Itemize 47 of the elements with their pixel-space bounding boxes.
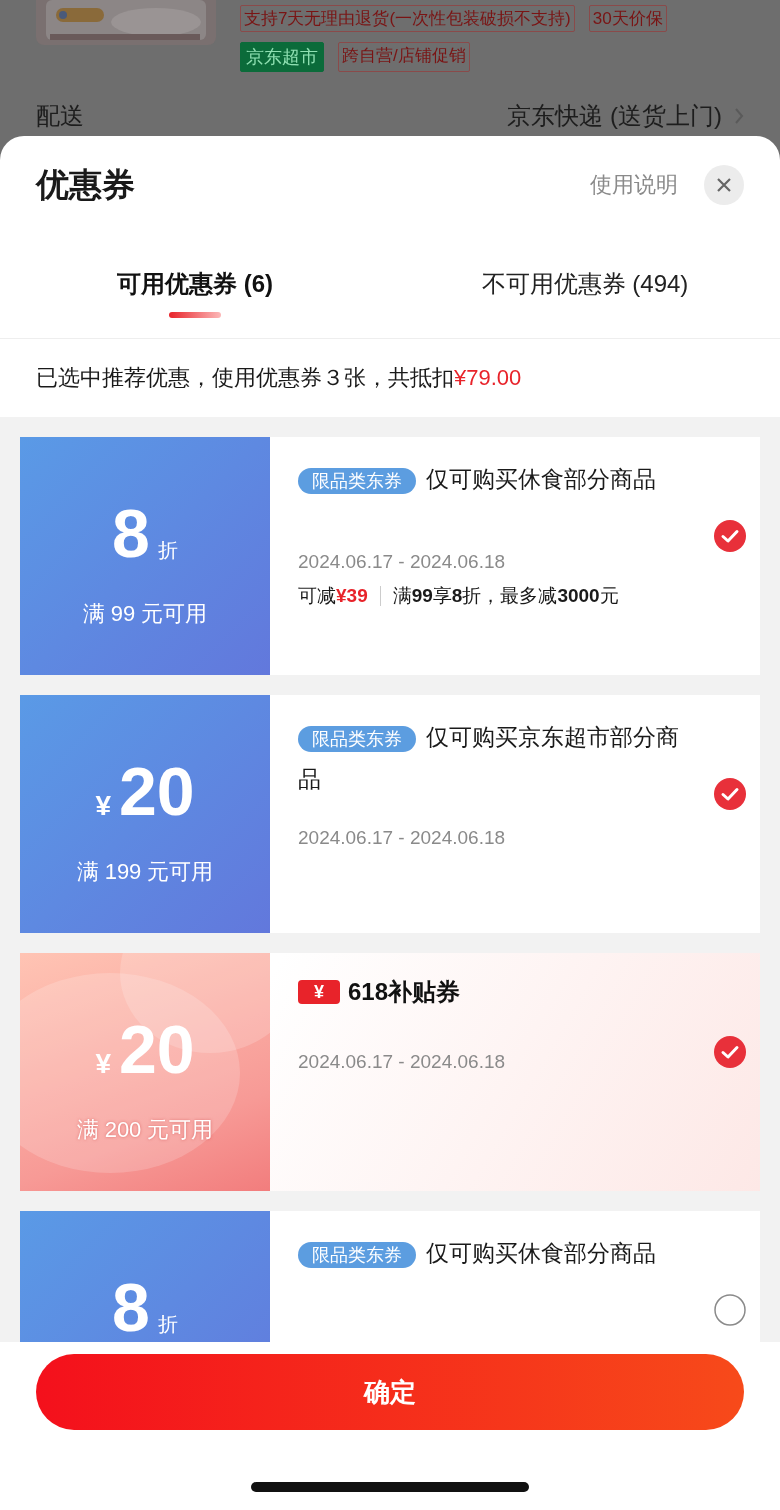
discount-unit: 折 bbox=[157, 538, 178, 563]
radio-button[interactable] bbox=[714, 1294, 746, 1326]
discount-rule: 满99享8折，最多减3000元 bbox=[392, 584, 619, 608]
currency-symbol: ¥ bbox=[95, 1048, 111, 1080]
validity-dates: 2024.06.17 - 2024.06.18 bbox=[298, 827, 506, 849]
currency-symbol: ¥ bbox=[95, 790, 111, 822]
coupon-card[interactable]: ¥20 满 200 元可用 ¥ 618补贴券 2024.06.17 - 2024.06.18 bbox=[20, 953, 760, 1191]
coupon-card[interactable]: 8 折 满 99 元可用 限品类东券 仅可购买休食部分商品 2024.06.17 - 2024.06.18 可减¥39 满99享8折，最多减3000元 bbox=[20, 437, 760, 675]
tab-underline bbox=[169, 312, 221, 318]
service-tag: 30天价保 bbox=[588, 5, 667, 32]
confirm-button[interactable]: 确定 bbox=[36, 1354, 744, 1430]
coupon-card[interactable]: ¥20 满 199 元可用 限品类东券 仅可购买京东超市部分商品 2024.06.17 - 2024.06.18 bbox=[20, 695, 760, 933]
coupon-value: 20 bbox=[118, 1015, 195, 1083]
discount-unit: 折 bbox=[157, 1312, 178, 1337]
sheet-title: 优惠券 bbox=[36, 164, 135, 205]
coupon-tab[interactable]: 不可用优惠券 (494) bbox=[481, 268, 689, 300]
coupon-value: 20 bbox=[118, 757, 195, 825]
delivery-value: 京东快递 (送货上门) bbox=[507, 101, 722, 131]
coupon-value: 8 bbox=[112, 499, 150, 567]
close-button[interactable] bbox=[704, 165, 744, 205]
usage-instructions-link[interactable]: 使用说明 bbox=[590, 170, 678, 200]
usage-condition: 满 199 元可用 bbox=[76, 858, 214, 886]
coupon-tab[interactable]: 可用优惠券 (6) bbox=[117, 268, 273, 300]
usage-condition: 满 200 元可用 bbox=[76, 1116, 214, 1144]
close-icon bbox=[716, 177, 732, 193]
ticket-badge: ¥ bbox=[298, 980, 340, 1004]
subsidy-title: 618补贴券 bbox=[348, 977, 461, 1007]
coupon-type-tag: 限品类东券 bbox=[298, 1242, 416, 1268]
coupon-type-tag: 限品类东券 bbox=[298, 468, 416, 494]
coupon-description: 限品类东券 仅可购买京东超市部分商品 bbox=[298, 723, 681, 794]
coupon-value: 8 bbox=[112, 1273, 150, 1341]
coupon-description: 限品类东券 仅可购买休食部分商品 bbox=[298, 1233, 657, 1275]
saving-label: 可减¥39 bbox=[298, 584, 368, 608]
store-tag: 跨自营/店铺促销 bbox=[338, 42, 470, 72]
coupon-card[interactable]: 8 折 限品类东券 仅可购买休食部分商品 bbox=[20, 1211, 760, 1342]
validity-dates: 2024.06.17 - 2024.06.18 bbox=[298, 1051, 506, 1073]
delivery-label: 配送 bbox=[36, 101, 84, 131]
summary-text: 已选中推荐优惠，使用优惠券３张，共抵扣¥79.00 bbox=[36, 364, 522, 392]
checked-icon[interactable] bbox=[714, 1036, 746, 1068]
coupon-type-tag: 限品类东券 bbox=[298, 726, 416, 752]
service-tag: 支持7天无理由退货(一次性包装破损不支持) bbox=[240, 5, 575, 32]
checked-icon[interactable] bbox=[714, 520, 746, 552]
coupon-description: 限品类东券 仅可购买休食部分商品 bbox=[298, 459, 657, 501]
usage-condition: 满 99 元可用 bbox=[82, 600, 208, 628]
checked-icon[interactable] bbox=[714, 778, 746, 810]
validity-dates: 2024.06.17 - 2024.06.18 bbox=[298, 551, 506, 573]
store-tag: 京东超市 bbox=[240, 42, 324, 72]
